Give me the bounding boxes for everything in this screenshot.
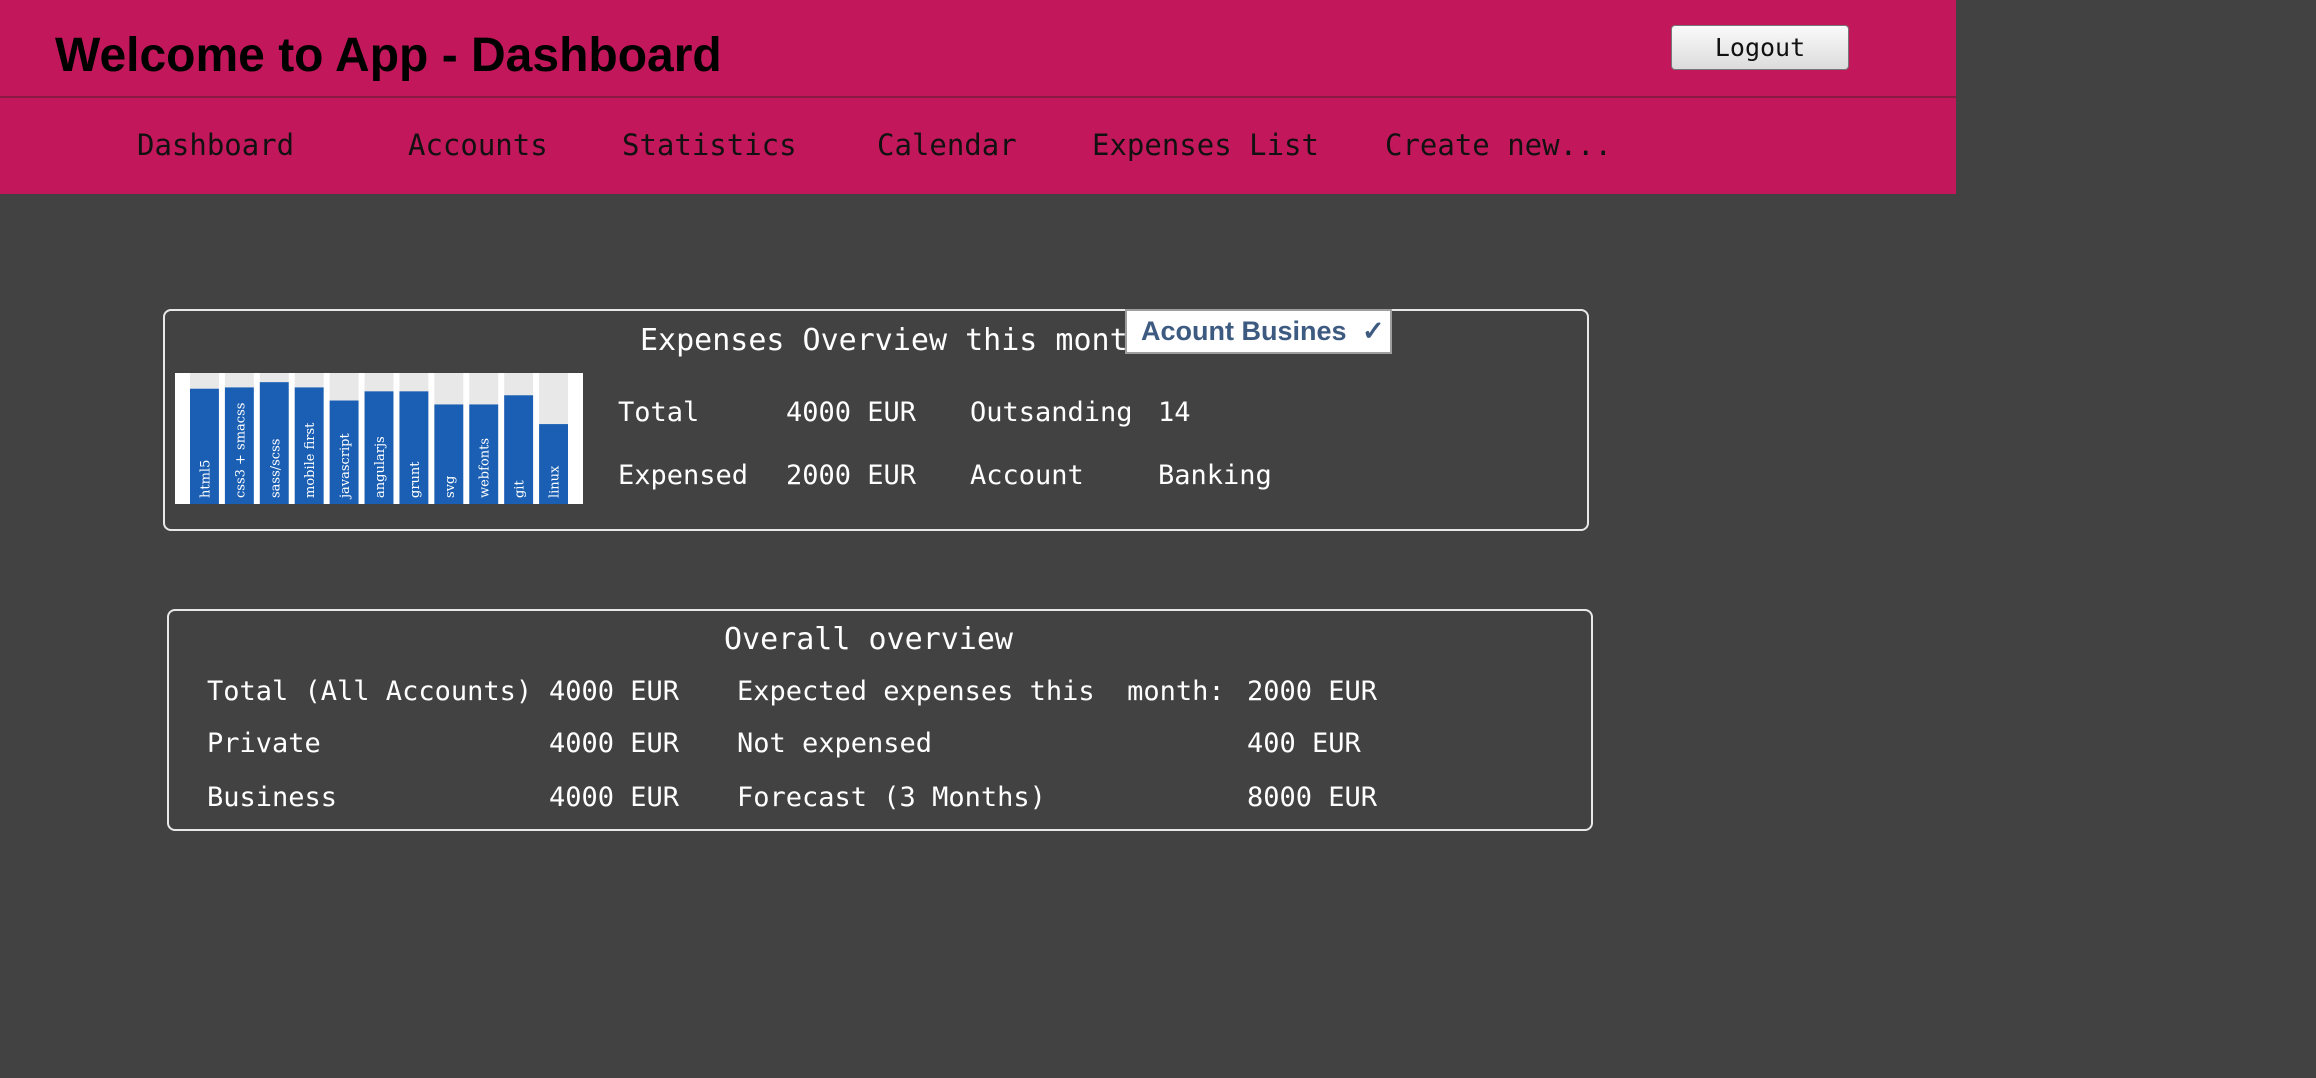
total-value: 4000 EUR [786, 397, 917, 428]
outstanding-value: 14 [1158, 397, 1191, 428]
bar-label: svg [443, 476, 458, 498]
overall-overview-title: Overall overview [724, 622, 1013, 657]
nav-item-dashboard[interactable]: Dashboard [137, 128, 294, 162]
overall-row-label: Private [207, 728, 321, 759]
account-type-selector[interactable]: Acount Busines ✓ [1125, 309, 1392, 354]
expensed-label: Expensed [618, 460, 749, 491]
overall-row-value2: 8000 EUR [1247, 782, 1378, 813]
outstanding-label: Outsanding [970, 397, 1133, 428]
app-header: Welcome to App - Dashboard Logout Dashbo… [0, 0, 1956, 194]
nav-item-statistics[interactable]: Statistics [622, 128, 797, 162]
overall-row-label2: Forecast (3 Months) [737, 782, 1046, 813]
monthly-overview-title: Expenses Overview this month [640, 323, 1146, 358]
logout-button[interactable]: Logout [1671, 25, 1849, 70]
overall-row-label2: Not expensed [737, 728, 933, 759]
bar-label: git [513, 480, 528, 498]
bar-label: grunt [408, 461, 423, 498]
overall-row-label2: Expected expenses this month: [737, 676, 1225, 707]
bar-label: css3 + smacss [233, 403, 248, 498]
bar-label: webfonts [478, 438, 493, 498]
total-label: Total [618, 397, 700, 428]
overall-row-label: Total (All Accounts) [207, 676, 533, 707]
overall-row-value: 4000 EUR [549, 782, 680, 813]
bar-label: html5 [198, 460, 213, 498]
account-type-label: Acount Busines [1141, 316, 1347, 346]
checkmark-icon: ✓ [1362, 316, 1385, 346]
header-top-bar: Welcome to App - Dashboard Logout [0, 0, 1956, 98]
page-title: Welcome to App - Dashboard [55, 29, 722, 82]
nav-item-create-new[interactable]: Create new... [1385, 128, 1612, 162]
expensed-value: 2000 EUR [786, 460, 917, 491]
overall-row-value: 4000 EUR [549, 676, 680, 707]
expenses-bar-chart: html5 css3 + smacss sass/scss mobile first j… [175, 373, 583, 504]
nav-item-accounts[interactable]: Accounts [408, 128, 548, 162]
overall-row-value2: 2000 EUR [1247, 676, 1378, 707]
account-value: Banking [1158, 460, 1272, 491]
bar-label: angularjs [373, 436, 388, 498]
overall-row-value2: 400 EUR [1247, 728, 1361, 759]
bar-label: linux [548, 465, 563, 498]
bar-label: javascript [338, 432, 353, 500]
bar-chart-svg: html5 css3 + smacss sass/scss mobile first j… [190, 373, 568, 504]
bar-label: mobile first [303, 422, 318, 498]
bar-label: sass/scss [268, 439, 283, 498]
nav-item-calendar[interactable]: Calendar [877, 128, 1017, 162]
nav-item-expenses-list[interactable]: Expenses List [1092, 128, 1319, 162]
account-label: Account [970, 460, 1084, 491]
overall-row-label: Business [207, 782, 338, 813]
overall-row-value: 4000 EUR [549, 728, 680, 759]
